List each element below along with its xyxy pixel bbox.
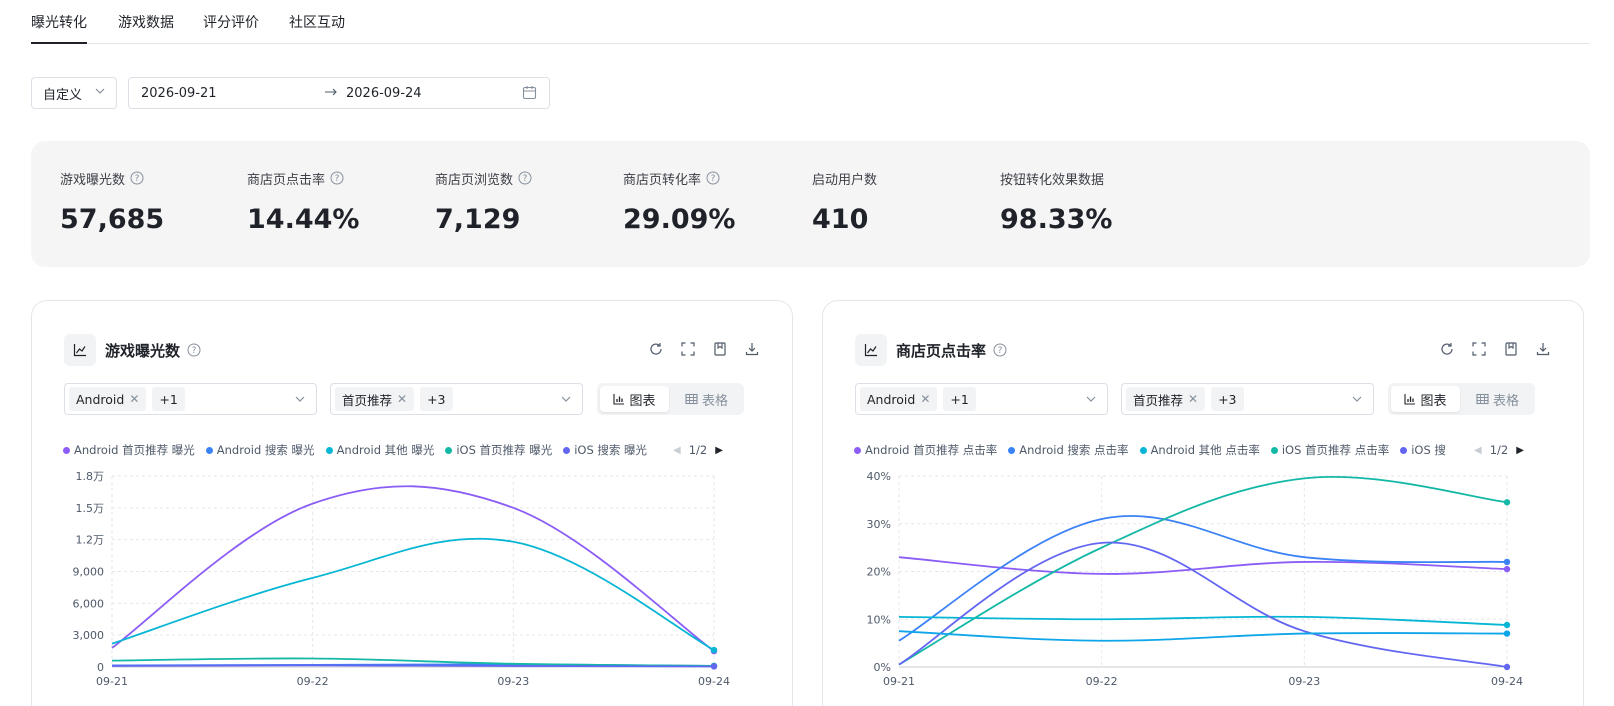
help-icon[interactable]: ?: [130, 171, 144, 185]
x-tick-label: 09-23: [497, 675, 529, 688]
y-tick-label: 1.5万: [76, 502, 105, 515]
svg-text:?: ?: [711, 174, 716, 184]
kpi-store-conversion: 商店页转化率 ? 29.09%: [623, 169, 735, 235]
kpi-value: 410: [812, 204, 869, 235]
x-tick-label: 09-24: [698, 675, 730, 688]
series-end-point: [1503, 663, 1511, 671]
y-tick-label: 30%: [867, 518, 891, 531]
kpi-label: 商店页点击率: [247, 172, 326, 188]
x-tick-label: 09-24: [1491, 675, 1523, 688]
series-end-point: [1503, 499, 1511, 506]
chevron-down-icon: [95, 88, 105, 94]
series-line: [111, 485, 715, 652]
series-line: [898, 541, 1508, 668]
svg-text:?: ?: [135, 174, 140, 184]
kpi-value: 14.44%: [247, 204, 360, 235]
active-tab-indicator: [31, 42, 87, 44]
top-tabs: 曝光转化 游戏数据 评分评价 社区互动: [31, 0, 1590, 44]
ctr-line-chart: 0% 10% 20% 30% 40% 09-21 09-22 09-23 09-24: [867, 470, 1523, 688]
kpi-launch-users: 启动用户数 410: [812, 169, 878, 236]
tab-game-data[interactable]: 游戏数据: [118, 12, 174, 32]
x-tick-label: 09-21: [96, 675, 128, 688]
series-end-point: [1503, 630, 1511, 637]
help-icon[interactable]: ?: [518, 171, 532, 185]
kpi-label: 游戏曝光数: [60, 172, 126, 188]
series-end-point: [1503, 558, 1511, 566]
kpi-store-views: 商店页浏览数 ? 7,129: [435, 169, 532, 235]
kpi-label: 商店页转化率: [623, 172, 702, 188]
svg-text:?: ?: [523, 174, 528, 184]
x-tick-label: 09-22: [1086, 675, 1118, 688]
y-tick-label: 6,000: [73, 597, 105, 610]
series-line: [111, 537, 715, 651]
series-line: [898, 515, 1508, 642]
y-tick-label: 1.8万: [76, 470, 105, 483]
y-tick-label: 0: [97, 661, 104, 674]
tab-exposure-conversion[interactable]: 曝光转化: [31, 12, 87, 32]
arrow-right-icon: [325, 88, 337, 96]
kpi-label: 商店页浏览数: [435, 172, 514, 188]
x-tick-label: 09-23: [1288, 675, 1320, 688]
kpi-value: 57,685: [60, 204, 165, 235]
series-line: [898, 630, 1508, 642]
y-tick-label: 9,000: [73, 566, 105, 579]
help-icon[interactable]: ?: [330, 171, 344, 185]
kpi-value: 7,129: [435, 204, 521, 235]
kpi-button-conversion: 按钮转化效果数据 98.33%: [1000, 169, 1113, 236]
tab-ratings-reviews[interactable]: 评分评价: [203, 12, 259, 32]
kpi-label: 启动用户数: [812, 172, 878, 188]
x-tick-label: 09-21: [883, 675, 915, 688]
series-end-point: [710, 663, 718, 670]
help-icon[interactable]: ?: [706, 171, 720, 185]
exposure-chart-card: 游戏曝光数 ? Android ✕ +1 首页推荐 ✕ +3 图表 表格 Andro…: [31, 300, 793, 706]
y-tick-label: 10%: [867, 613, 891, 626]
range-select-value: 自定义: [43, 87, 83, 103]
start-date-input[interactable]: 2026-09-21: [141, 86, 217, 101]
end-date-input[interactable]: 2026-09-24: [346, 86, 422, 101]
y-tick-label: 20%: [867, 566, 891, 579]
series-line: [898, 615, 1508, 626]
y-tick-label: 1.2万: [76, 534, 105, 547]
kpi-value: 29.09%: [623, 204, 736, 235]
kpi-game-exposure: 游戏曝光数 ? 57,685: [60, 169, 164, 235]
svg-text:?: ?: [335, 174, 340, 184]
series-end-point: [710, 646, 718, 654]
series-end-point: [1503, 565, 1511, 573]
range-select[interactable]: 自定义: [31, 77, 117, 109]
kpi-panel: 游戏曝光数 ? 57,685 商店页点击率 ? 14.44% 商店页浏览数 ? …: [31, 141, 1590, 267]
exposure-line-chart: 0 3,000 6,000 9,000 1.2万 1.5万 1.8万 09-21 09-22 09…: [73, 470, 730, 688]
date-range-picker[interactable]: 2026-09-21 2026-09-24: [128, 77, 550, 109]
series-line: [111, 664, 715, 668]
y-tick-label: 40%: [867, 470, 891, 483]
y-tick-label: 0%: [874, 661, 891, 674]
ctr-chart-card: 商店页点击率 ? Android ✕ +1 首页推荐 ✕ +3 图表 表格 Andr…: [822, 300, 1584, 706]
kpi-value: 98.33%: [1000, 204, 1113, 235]
tab-community[interactable]: 社区互动: [289, 12, 345, 32]
y-tick-label: 3,000: [73, 629, 105, 642]
kpi-store-ctr: 商店页点击率 ? 14.44%: [247, 169, 359, 235]
kpi-label: 按钮转化效果数据: [1000, 172, 1105, 188]
series-end-point: [1503, 621, 1511, 629]
calendar-icon[interactable]: [522, 85, 537, 100]
x-tick-label: 09-22: [297, 675, 329, 688]
